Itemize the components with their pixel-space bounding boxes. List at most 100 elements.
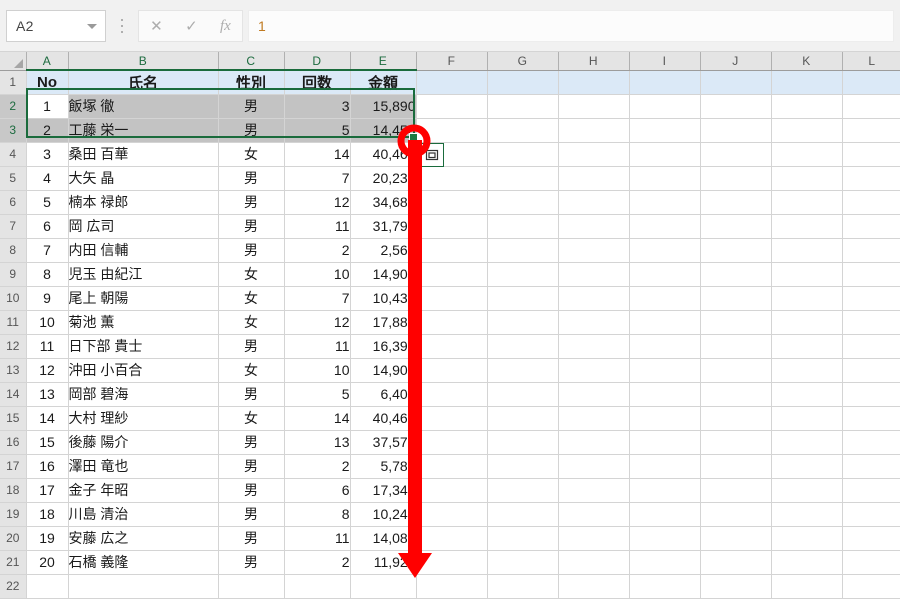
cell-count[interactable]: 10 [284,262,351,287]
empty-cell[interactable] [842,550,900,575]
cell-sex[interactable]: 女 [218,142,285,167]
cell-no[interactable]: 10 [26,310,69,335]
empty-cell[interactable] [629,238,701,263]
cell-amount[interactable]: 2,560 [350,238,417,263]
empty-cell[interactable] [416,238,488,263]
column-header-F[interactable]: F [416,52,488,71]
empty-cell[interactable] [700,166,772,191]
empty-cell[interactable] [487,382,559,407]
cell-no[interactable]: 16 [26,454,69,479]
cell-count[interactable]: 6 [284,478,351,503]
cell-amount[interactable]: 5,780 [350,454,417,479]
empty-cell[interactable] [700,70,772,95]
empty-cell[interactable] [558,310,630,335]
empty-cell[interactable] [487,166,559,191]
cell-count[interactable]: 14 [284,406,351,431]
cell-amount[interactable]: 17,880 [350,310,417,335]
cell-sex[interactable]: 男 [218,454,285,479]
empty-cell[interactable] [558,142,630,167]
empty-cell[interactable] [629,550,701,575]
row-header-14[interactable]: 14 [0,382,27,407]
empty-cell[interactable] [487,94,559,119]
cell-no[interactable]: 4 [26,166,69,191]
empty-cell[interactable] [700,334,772,359]
empty-cell[interactable] [487,238,559,263]
empty-cell[interactable] [487,190,559,215]
empty-cell[interactable] [558,118,630,143]
empty-cell[interactable] [350,574,417,599]
empty-cell[interactable] [416,286,488,311]
chevron-down-icon[interactable] [87,23,97,29]
empty-cell[interactable] [842,214,900,239]
empty-cell[interactable] [700,214,772,239]
cell-amount[interactable]: 10,240 [350,502,417,527]
row-header-17[interactable]: 17 [0,454,27,479]
empty-cell[interactable] [416,526,488,551]
column-header-B[interactable]: B [68,52,219,71]
header-cell-no[interactable]: No [26,70,69,95]
column-header-G[interactable]: G [487,52,559,71]
cell-amount[interactable]: 20,230 [350,166,417,191]
cell-count[interactable]: 2 [284,238,351,263]
cell-no[interactable]: 13 [26,382,69,407]
empty-cell[interactable] [629,262,701,287]
cell-amount[interactable]: 37,570 [350,430,417,455]
empty-cell[interactable] [771,94,843,119]
column-header-K[interactable]: K [771,52,843,71]
empty-cell[interactable] [771,70,843,95]
empty-cell[interactable] [700,430,772,455]
row-header-16[interactable]: 16 [0,430,27,455]
cell-amount[interactable]: 14,450 [350,118,417,143]
empty-cell[interactable] [771,334,843,359]
cell-sex[interactable]: 女 [218,358,285,383]
empty-cell[interactable] [558,358,630,383]
empty-cell[interactable] [629,94,701,119]
empty-cell[interactable] [558,166,630,191]
empty-cell[interactable] [416,334,488,359]
empty-cell[interactable] [700,478,772,503]
empty-cell[interactable] [842,406,900,431]
row-header-18[interactable]: 18 [0,478,27,503]
cell-amount[interactable]: 40,460 [350,142,417,167]
empty-cell[interactable] [700,310,772,335]
empty-cell[interactable] [416,358,488,383]
empty-cell[interactable] [487,334,559,359]
cell-count[interactable]: 10 [284,358,351,383]
cell-count[interactable]: 2 [284,454,351,479]
cell-sex[interactable]: 男 [218,550,285,575]
cell-amount[interactable]: 11,920 [350,550,417,575]
empty-cell[interactable] [700,118,772,143]
cell-amount[interactable]: 31,790 [350,214,417,239]
empty-cell[interactable] [487,118,559,143]
cell-count[interactable]: 11 [284,214,351,239]
cell-no[interactable]: 18 [26,502,69,527]
cell-amount[interactable]: 16,390 [350,334,417,359]
row-header-19[interactable]: 19 [0,502,27,527]
empty-cell[interactable] [771,286,843,311]
empty-cell[interactable] [700,238,772,263]
cell-no[interactable]: 14 [26,406,69,431]
cell-count[interactable]: 12 [284,310,351,335]
empty-cell[interactable] [416,454,488,479]
empty-cell[interactable] [416,502,488,527]
row-header-13[interactable]: 13 [0,358,27,383]
row-header-21[interactable]: 21 [0,550,27,575]
empty-cell[interactable] [842,70,900,95]
empty-cell[interactable] [629,526,701,551]
empty-cell[interactable] [771,526,843,551]
empty-cell[interactable] [629,334,701,359]
cell-count[interactable]: 5 [284,118,351,143]
empty-cell[interactable] [842,142,900,167]
empty-cell[interactable] [700,382,772,407]
cancel-icon[interactable]: ✕ [150,19,163,34]
cell-name[interactable]: 石橋 義隆 [68,550,219,575]
row-header-8[interactable]: 8 [0,238,27,263]
cell-no[interactable]: 20 [26,550,69,575]
cell-no[interactable]: 17 [26,478,69,503]
cell-amount[interactable]: 17,340 [350,478,417,503]
cell-count[interactable]: 7 [284,166,351,191]
cell-amount[interactable]: 40,460 [350,406,417,431]
insert-function-icon[interactable]: fx [220,18,231,34]
column-header-H[interactable]: H [558,52,630,71]
cell-name[interactable]: 沖田 小百合 [68,358,219,383]
